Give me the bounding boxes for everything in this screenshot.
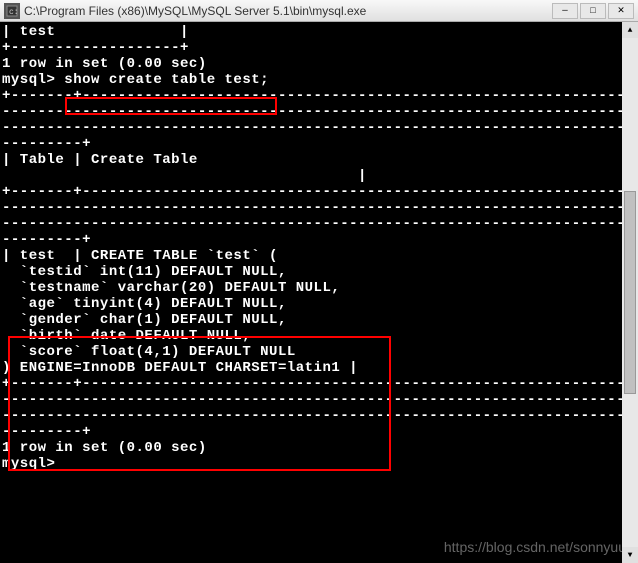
command-line: mysql> show create table test;	[2, 72, 636, 88]
output-line: `testid` int(11) DEFAULT NULL,	[2, 264, 636, 280]
terminal-output[interactable]: | test | +-------------------+ 1 row in …	[0, 22, 638, 563]
output-line: `gender` char(1) DEFAULT NULL,	[2, 312, 636, 328]
output-line: ----------------------------------------…	[2, 120, 636, 136]
output-line: ---------+	[2, 424, 636, 440]
output-line: +-------+-------------------------------…	[2, 376, 636, 392]
scroll-up-button[interactable]: ▲	[622, 22, 638, 38]
window-title: C:\Program Files (x86)\MySQL\MySQL Serve…	[24, 4, 552, 18]
output-line: ----------------------------------------…	[2, 408, 636, 424]
minimize-button[interactable]: ─	[552, 3, 578, 19]
output-line: `score` float(4,1) DEFAULT NULL	[2, 344, 636, 360]
watermark-text: https://blog.csdn.net/sonnyuu	[444, 539, 626, 555]
output-line: ---------+	[2, 232, 636, 248]
output-line: ---------+	[2, 136, 636, 152]
close-button[interactable]: ✕	[608, 3, 634, 19]
output-line: ----------------------------------------…	[2, 104, 636, 120]
scroll-down-button[interactable]: ▼	[622, 547, 638, 563]
app-icon: c:	[4, 3, 20, 19]
output-line: 1 row in set (0.00 sec)	[2, 440, 636, 456]
output-line: |	[2, 168, 636, 184]
output-line: 1 row in set (0.00 sec)	[2, 56, 636, 72]
maximize-button[interactable]: □	[580, 3, 606, 19]
scrollbar-thumb[interactable]	[624, 191, 636, 395]
output-line: +-------------------+	[2, 40, 636, 56]
output-line: +-------+-------------------------------…	[2, 88, 636, 104]
svg-text:c:: c:	[9, 8, 18, 17]
output-line: | test |	[2, 24, 636, 40]
output-line: ----------------------------------------…	[2, 392, 636, 408]
window-titlebar: c: C:\Program Files (x86)\MySQL\MySQL Se…	[0, 0, 638, 22]
prompt-line: mysql>	[2, 456, 636, 472]
output-line: ) ENGINE=InnoDB DEFAULT CHARSET=latin1 |	[2, 360, 636, 376]
output-line: ----------------------------------------…	[2, 216, 636, 232]
output-line: ----------------------------------------…	[2, 200, 636, 216]
scrollbar-track[interactable]	[622, 38, 638, 547]
output-line: | test | CREATE TABLE `test` (	[2, 248, 636, 264]
output-line: | Table | Create Table	[2, 152, 636, 168]
output-line: `birth` date DEFAULT NULL,	[2, 328, 636, 344]
window-controls: ─ □ ✕	[552, 3, 634, 19]
output-line: `testname` varchar(20) DEFAULT NULL,	[2, 280, 636, 296]
output-line: +-------+-------------------------------…	[2, 184, 636, 200]
output-line: `age` tinyint(4) DEFAULT NULL,	[2, 296, 636, 312]
vertical-scrollbar[interactable]: ▲ ▼	[622, 22, 638, 563]
